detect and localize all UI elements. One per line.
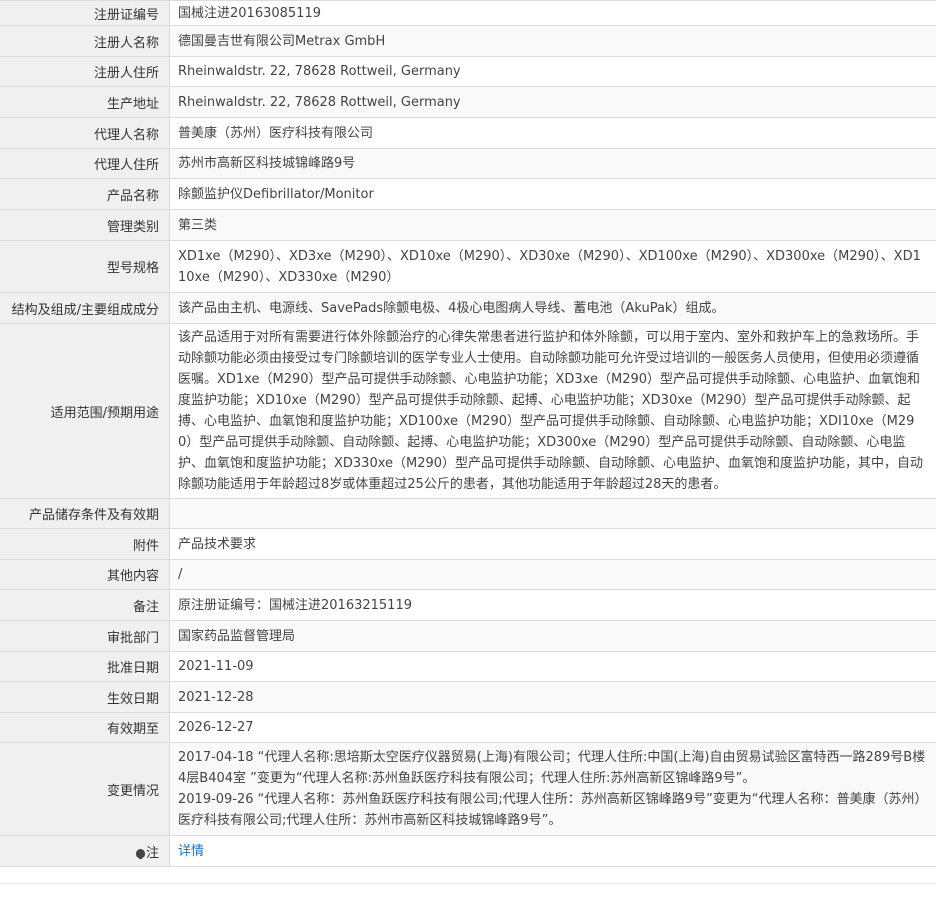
row-value-attachment: 产品技术要求 [169, 528, 936, 560]
row-value-production-address: Rheinwaldstr. 22, 78628 Rottweil, German… [169, 86, 936, 118]
table-row: 附件 产品技术要求 [0, 528, 936, 560]
table-row: 代理人名称 普美康（苏州）医疗科技有限公司 [0, 117, 936, 149]
lightbulb-icon [135, 848, 145, 859]
row-value-agent-name: 普美康（苏州）医疗科技有限公司 [169, 117, 936, 149]
row-label-structure-composition: 结构及组成/主要组成成分 [0, 292, 170, 324]
row-value-approval-department: 国家药品监督管理局 [169, 620, 936, 652]
table-row: 备注 原注册证编号：国械注进20163215119 [0, 589, 936, 621]
row-label-effective-date: 生效日期 [0, 681, 170, 713]
table-row: 注册人名称 德国曼吉世有限公司Metrax GmbH [0, 25, 936, 57]
table-row: 产品名称 除颤监护仪Defibrillator/Monitor [0, 178, 936, 210]
row-label-registrant-address: 注册人住所 [0, 56, 170, 87]
row-label-agent-address: 代理人住所 [0, 148, 170, 179]
row-label-note: 注 [0, 835, 170, 867]
details-link[interactable]: 详情 [178, 844, 204, 859]
table-row: 代理人住所 苏州市高新区科技城锦峰路9号 [0, 148, 936, 179]
row-value-registration-number: 国械注进20163085119 [169, 0, 936, 26]
table-row: 注册证编号 国械注进20163085119 [0, 0, 936, 26]
row-value-model-spec: XD1xe（M290）、XD3xe（M290）、XD10xe（M290）、XD3… [169, 240, 936, 293]
table-row: 注 详情 [0, 835, 936, 867]
row-label-other-content: 其他内容 [0, 559, 170, 590]
row-label-approval-department: 审批部门 [0, 620, 170, 652]
row-value-management-category: 第三类 [169, 209, 936, 241]
table-row: 结构及组成/主要组成成分 该产品由主机、电源线、SavePads除颤电极、4极心… [0, 292, 936, 324]
row-label-attachment: 附件 [0, 528, 170, 560]
row-label-management-category: 管理类别 [0, 209, 170, 241]
table-row: 生效日期 2021-12-28 [0, 681, 936, 713]
row-label-intended-use: 适用范围/预期用途 [0, 323, 170, 499]
row-label-valid-until: 有效期至 [0, 712, 170, 743]
row-value-registrant-name: 德国曼吉世有限公司Metrax GmbH [169, 25, 936, 57]
note-label: 注 [145, 845, 159, 861]
row-label-change-history: 变更情况 [0, 742, 170, 836]
table-row: 有效期至 2026-12-27 [0, 712, 936, 743]
row-label-storage-conditions: 产品储存条件及有效期 [0, 498, 170, 529]
change-entry: 2017-04-18 “代理人名称:思培斯太空医疗仪器贸易(上海)有限公司；代理… [178, 750, 926, 786]
table-row: 批准日期 2021-11-09 [0, 651, 936, 682]
row-label-remarks: 备注 [0, 589, 170, 621]
table-row: 审批部门 国家药品监督管理局 [0, 620, 936, 652]
table-row: 其他内容 / [0, 559, 936, 590]
row-label-approval-date: 批准日期 [0, 651, 170, 682]
table-row: 产品储存条件及有效期 [0, 498, 936, 529]
row-label-registrant-name: 注册人名称 [0, 25, 170, 57]
row-label-model-spec: 型号规格 [0, 240, 170, 293]
row-value-change-history: 2017-04-18 “代理人名称:思培斯太空医疗仪器贸易(上海)有限公司；代理… [169, 742, 936, 836]
row-value-product-name: 除颤监护仪Defibrillator/Monitor [169, 178, 936, 210]
row-value-note: 详情 [169, 835, 936, 867]
row-value-registrant-address: Rheinwaldstr. 22, 78628 Rottweil, German… [169, 56, 936, 87]
row-value-approval-date: 2021-11-09 [169, 651, 936, 682]
row-label-registration-number: 注册证编号 [0, 0, 170, 26]
page-bottom-divider [0, 883, 936, 884]
row-label-product-name: 产品名称 [0, 178, 170, 210]
table-row: 管理类别 第三类 [0, 209, 936, 241]
table-row: 型号规格 XD1xe（M290）、XD3xe（M290）、XD10xe（M290… [0, 240, 936, 293]
table-row: 注册人住所 Rheinwaldstr. 22, 78628 Rottweil, … [0, 56, 936, 87]
row-value-agent-address: 苏州市高新区科技城锦峰路9号 [169, 148, 936, 179]
row-value-effective-date: 2021-12-28 [169, 681, 936, 713]
table-row: 生产地址 Rheinwaldstr. 22, 78628 Rottweil, G… [0, 86, 936, 118]
table-row: 变更情况 2017-04-18 “代理人名称:思培斯太空医疗仪器贸易(上海)有限… [0, 742, 936, 836]
row-label-agent-name: 代理人名称 [0, 117, 170, 149]
table-row: 适用范围/预期用途 该产品适用于对所有需要进行体外除颤治疗的心律失常患者进行监护… [0, 323, 936, 499]
row-value-other-content: / [169, 559, 936, 590]
row-label-production-address: 生产地址 [0, 86, 170, 118]
row-value-structure-composition: 该产品由主机、电源线、SavePads除颤电极、4极心电图病人导线、蓄电池（Ak… [169, 292, 936, 324]
row-value-storage-conditions [169, 498, 936, 529]
row-value-remarks: 原注册证编号：国械注进20163215119 [169, 589, 936, 621]
registration-detail-table: 注册证编号 国械注进20163085119 注册人名称 德国曼吉世有限公司Met… [0, 0, 936, 867]
change-entry: 2019-09-26 “代理人名称：苏州鱼跃医疗科技有限公司;代理人住所：苏州高… [178, 792, 922, 828]
row-value-valid-until: 2026-12-27 [169, 712, 936, 743]
row-value-intended-use: 该产品适用于对所有需要进行体外除颤治疗的心律失常患者进行监护和体外除颤，可以用于… [169, 323, 936, 499]
